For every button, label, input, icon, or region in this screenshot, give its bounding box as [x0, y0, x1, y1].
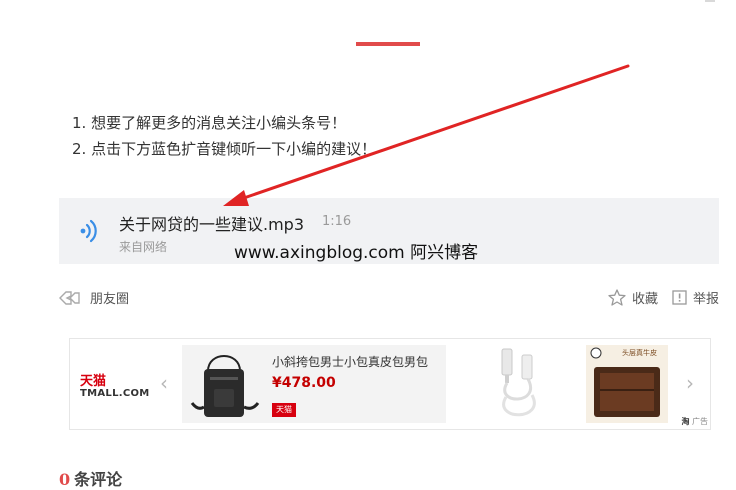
star-icon: [608, 289, 626, 306]
tmall-brand-cn: 天猫: [80, 374, 107, 389]
comments-label: 条评论: [74, 470, 123, 489]
chevron-left-icon[interactable]: ‹: [160, 371, 168, 395]
favorite-label: 收藏: [631, 292, 658, 307]
audio-title: 关于网贷的一些建议.mp3: [119, 215, 305, 234]
ad-label-text: 广告: [692, 417, 708, 426]
ad-label: 淘 广告: [681, 416, 708, 427]
comment-count: 0: [59, 470, 71, 489]
tip-item: 2. 点击下方蓝色扩音键倾听一下小编的建议！: [72, 140, 377, 158]
watermark-text: www.axingblog.com 阿兴博客: [234, 243, 479, 263]
accent-divider: [356, 42, 420, 46]
favorite-button[interactable]: 收藏: [608, 288, 658, 307]
comments-header: 0 条评论: [59, 466, 122, 490]
chevron-right-icon[interactable]: ›: [686, 371, 694, 395]
report-button[interactable]: 举报: [672, 288, 719, 307]
tmall-brand-en: TMALL.COM: [80, 388, 150, 399]
wallet-caption: 头层真牛皮: [622, 349, 657, 357]
action-group: 收藏 举报: [594, 288, 719, 307]
wallet-product[interactable]: 头层真牛皮: [586, 345, 668, 423]
bag-image: [190, 355, 260, 417]
product-card[interactable]: 小斜挎包男士小包真皮包男包 ¥478.00 天猫: [182, 345, 446, 423]
sound-wave-icon[interactable]: [77, 218, 103, 244]
tip-item: 1. 想要了解更多的消息关注小编头条号！: [72, 114, 347, 132]
moments-label: 朋友圈: [90, 292, 130, 307]
audio-source: 来自网络: [119, 240, 168, 254]
report-label: 举报: [692, 292, 719, 307]
product-price: ¥478.00: [272, 375, 336, 391]
taobao-mark: 淘: [681, 417, 690, 426]
report-icon: [672, 290, 687, 305]
share-moments-button[interactable]: 朋友圈: [58, 288, 129, 307]
audio-duration: 1:16: [322, 214, 352, 229]
cable-image[interactable]: [484, 345, 554, 425]
share-actions-bar: 朋友圈 收藏 举报: [0, 288, 736, 312]
tips-list: 1. 想要了解更多的消息关注小编头条号！ 2. 点击下方蓝色扩音键倾听一下小编的…: [72, 110, 376, 162]
top-divider: [705, 0, 715, 2]
tmall-tag: 天猫: [272, 403, 296, 417]
ad-banner[interactable]: 天猫 TMALL.COM ‹ 小斜挎包男士小包真皮包男包 ¥478.00 天猫 …: [69, 338, 711, 430]
moments-share-icon: [59, 290, 80, 305]
product-name: 小斜挎包男士小包真皮包男包: [272, 355, 429, 369]
tmall-logo: 天猫 TMALL.COM: [80, 374, 150, 400]
